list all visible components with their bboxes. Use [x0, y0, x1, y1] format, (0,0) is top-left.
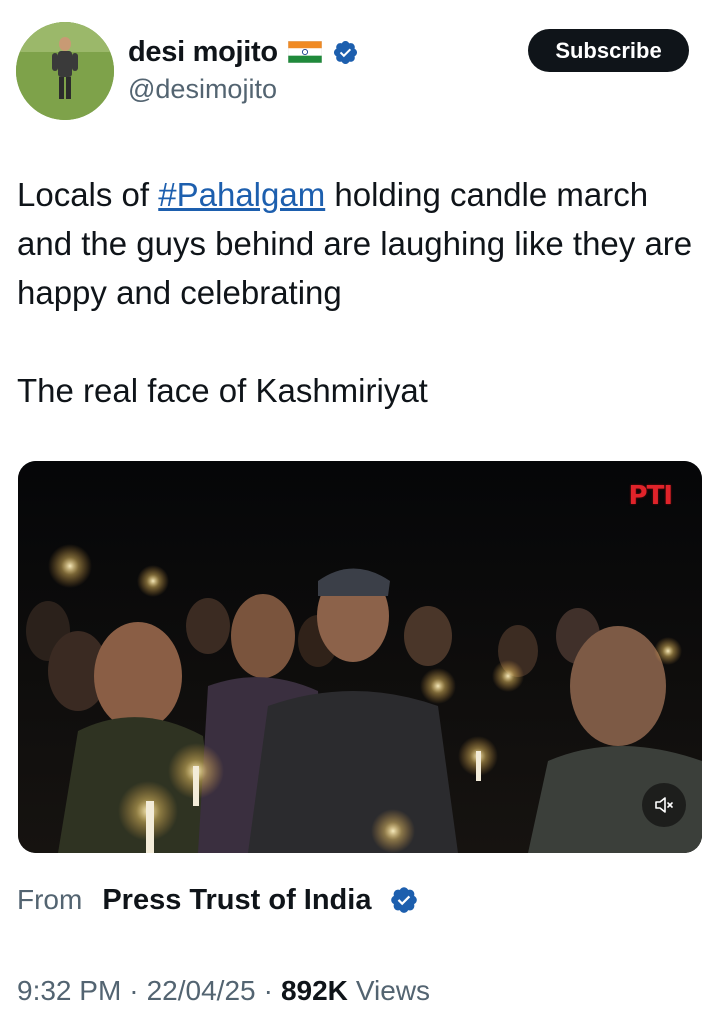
speaker-muted-icon [655, 797, 673, 813]
verified-badge-icon[interactable] [332, 39, 359, 66]
verified-badge-icon [389, 885, 419, 915]
meta-separator: · [263, 975, 273, 1006]
mute-button[interactable] [642, 783, 686, 827]
subscribe-button[interactable]: Subscribe [528, 29, 689, 72]
tweet-text: Locals of #Pahalgam holding candle march… [17, 170, 707, 415]
source-name-link[interactable]: Press Trust of India [102, 884, 371, 917]
tweet-time[interactable]: 9:32 PM [17, 975, 121, 1007]
tweet-meta: 9:32 PM · 22/04/25 · 892K Views [17, 975, 430, 1007]
video-player[interactable]: PTI [18, 461, 702, 853]
views-count: 892K [280, 975, 348, 1006]
display-name[interactable]: desi mojito [128, 36, 278, 69]
tweet-date[interactable]: 22/04/25 [147, 975, 256, 1007]
hashtag-link[interactable]: #Pahalgam [158, 176, 325, 213]
tweet-text-before: Locals of [17, 176, 159, 213]
avatar[interactable] [16, 22, 114, 120]
tweet-paragraph-1: Locals of #Pahalgam holding candle march… [17, 170, 707, 317]
tweet-paragraph-2: The real face of Kashmiriyat [17, 372, 428, 409]
india-flag-icon [287, 40, 323, 64]
user-handle[interactable]: @desimojito [128, 74, 277, 105]
pti-watermark: PTI [628, 481, 673, 511]
video-frame [18, 461, 702, 853]
meta-separator: · [129, 975, 139, 1006]
views-label: Views [355, 975, 431, 1006]
name-row: desi mojito [128, 30, 359, 74]
from-label: From [17, 884, 83, 915]
source-attribution: From Press Trust of India [17, 880, 419, 920]
